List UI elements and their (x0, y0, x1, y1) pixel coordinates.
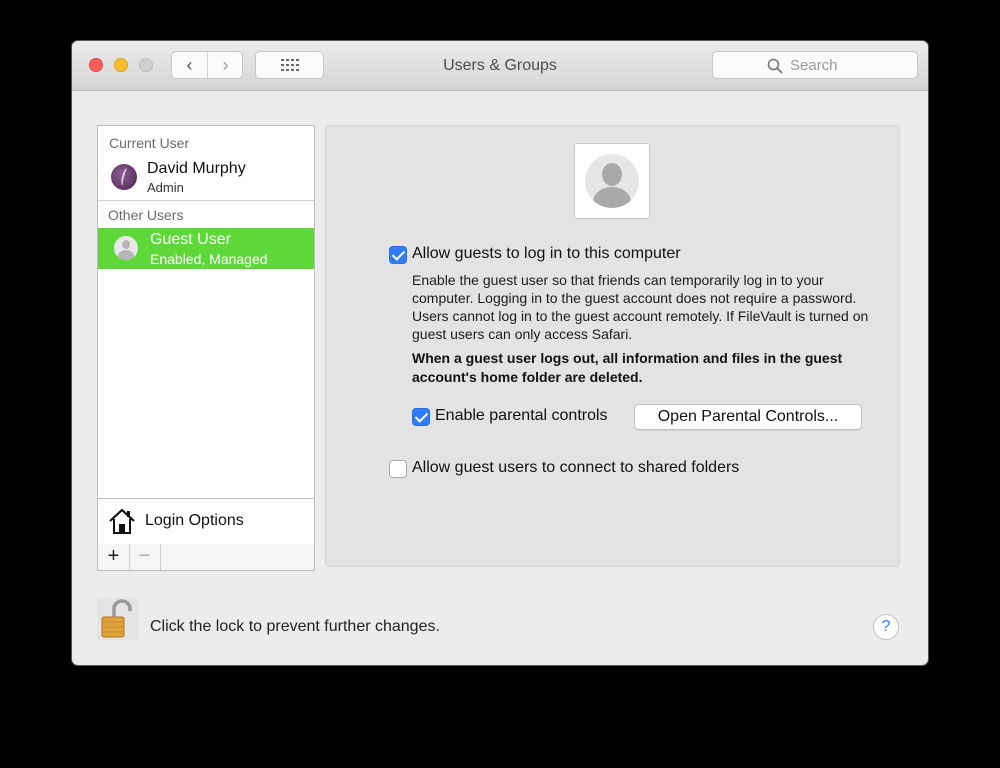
shared-folders-checkbox[interactable] (389, 460, 407, 478)
login-options-label: Login Options (145, 512, 244, 529)
shared-folders-label: Allow guest users to connect to shared f… (412, 459, 740, 476)
user-list: Current User David Murphy Admin Other Us… (97, 125, 315, 545)
search-icon (767, 58, 783, 74)
search-placeholder: Search (790, 57, 838, 74)
parental-controls-checkbox[interactable] (412, 408, 430, 426)
help-button[interactable]: ? (873, 614, 899, 640)
current-user-name: David Murphy (147, 160, 246, 177)
users-groups-window: ‹ › Users & Groups Search Current User D… (72, 41, 928, 665)
avatar (111, 164, 137, 190)
guest-description: Enable the guest user so that friends ca… (412, 272, 869, 342)
guest-user-name: Guest User (150, 231, 231, 248)
other-users-header: Other Users (108, 207, 184, 223)
lock-button[interactable] (96, 597, 140, 646)
search-field[interactable]: Search (712, 51, 918, 79)
current-user-role: Admin (147, 180, 184, 195)
current-user-header: Current User (109, 135, 190, 151)
allow-guest-login-label: Allow guests to log in to this computer (412, 245, 681, 262)
guest-warning: When a guest user logs out, all informat… (412, 350, 843, 385)
guest-avatar-icon (114, 236, 138, 260)
parental-controls-label: Enable parental controls (435, 407, 608, 424)
guest-picture[interactable] (574, 143, 650, 219)
remove-user-button[interactable]: − (129, 544, 161, 570)
guest-user-status: Enabled, Managed (150, 251, 268, 267)
guest-user-row[interactable]: Guest User Enabled, Managed (98, 228, 314, 269)
house-icon (109, 508, 135, 534)
open-parental-controls-button[interactable]: Open Parental Controls... (634, 404, 862, 430)
lock-message: Click the lock to prevent further change… (150, 618, 440, 635)
add-remove-bar: + − (97, 544, 315, 571)
divider (98, 200, 314, 201)
login-options-item[interactable]: Login Options (98, 498, 314, 544)
title-bar: ‹ › Users & Groups Search (72, 41, 928, 91)
allow-guest-login-checkbox[interactable] (389, 246, 407, 264)
add-user-button[interactable]: + (98, 544, 130, 570)
person-silhouette-icon (585, 154, 639, 208)
unlocked-padlock-icon (97, 598, 139, 640)
guest-settings-pane: Allow guests to log in to this computer … (325, 125, 900, 567)
